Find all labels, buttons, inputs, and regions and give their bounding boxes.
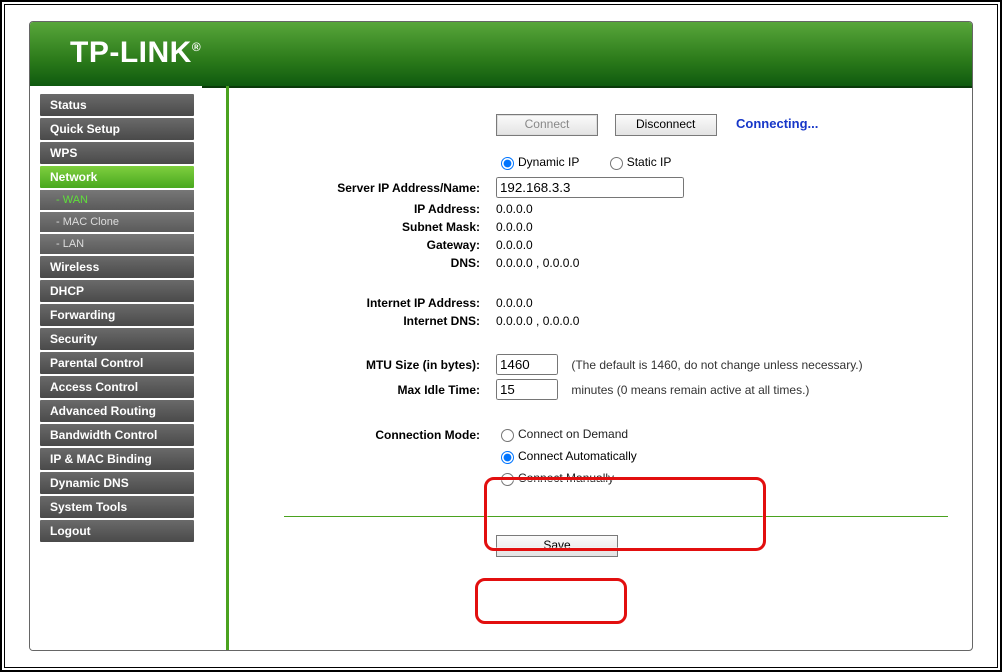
idle-note: minutes (0 means remain active at all ti…: [571, 383, 809, 397]
sidebar-item-wireless[interactable]: Wireless: [40, 256, 194, 278]
radio-connect-on-demand-input[interactable]: [501, 429, 514, 442]
mtu-note: (The default is 1460, do not change unle…: [571, 358, 862, 372]
content-pane: Connect Disconnect Connecting... Dynamic…: [230, 86, 972, 650]
internet-dns-value: 0.0.0.0 , 0.0.0.0: [496, 314, 956, 328]
mtu-input[interactable]: [496, 354, 558, 375]
idle-label: Max Idle Time:: [280, 383, 496, 397]
sidebar-item-forwarding[interactable]: Forwarding: [40, 304, 194, 326]
layout: Status Quick Setup WPS Network - WAN - M…: [30, 86, 972, 650]
sidebar-item-parental-control[interactable]: Parental Control: [40, 352, 194, 374]
sidebar: Status Quick Setup WPS Network - WAN - M…: [30, 86, 202, 650]
save-button[interactable]: Save: [496, 535, 618, 557]
dns-label: DNS:: [280, 256, 496, 270]
sidebar-subitem-lan[interactable]: - LAN: [40, 234, 194, 254]
radio-dynamic-ip[interactable]: Dynamic IP: [496, 154, 579, 170]
idle-input[interactable]: [496, 379, 558, 400]
sidebar-item-advanced-routing[interactable]: Advanced Routing: [40, 400, 194, 422]
sidebar-item-access-control[interactable]: Access Control: [40, 376, 194, 398]
radio-static-ip-label: Static IP: [627, 155, 672, 169]
server-ip-input[interactable]: [496, 177, 684, 198]
vertical-divider: [226, 86, 229, 650]
radio-dynamic-ip-input[interactable]: [501, 157, 514, 170]
registered-mark-icon: ®: [192, 40, 201, 54]
ip-address-label: IP Address:: [280, 202, 496, 216]
connection-mode-label: Connection Mode:: [280, 426, 496, 442]
internet-dns-label: Internet DNS:: [280, 314, 496, 328]
dns-value: 0.0.0.0 , 0.0.0.0: [496, 256, 956, 270]
server-ip-label: Server IP Address/Name:: [280, 181, 496, 195]
green-separator: [284, 516, 948, 517]
disconnect-button[interactable]: Disconnect: [615, 114, 717, 136]
brand-logo: TP-LINK®: [70, 36, 201, 70]
sidebar-item-wps[interactable]: WPS: [40, 142, 194, 164]
sidebar-subitem-wan[interactable]: - WAN: [40, 190, 194, 210]
gateway-value: 0.0.0.0: [496, 238, 956, 252]
sidebar-item-system-tools[interactable]: System Tools: [40, 496, 194, 518]
radio-connect-automatically-input[interactable]: [501, 451, 514, 464]
radio-connect-automatically-label: Connect Automatically: [518, 449, 637, 463]
radio-dynamic-ip-label: Dynamic IP: [518, 155, 579, 169]
mtu-label: MTU Size (in bytes):: [280, 358, 496, 372]
gateway-label: Gateway:: [280, 238, 496, 252]
sidebar-item-status[interactable]: Status: [40, 94, 194, 116]
sidebar-item-logout[interactable]: Logout: [40, 520, 194, 542]
header-bar: TP-LINK®: [30, 22, 972, 88]
subnet-mask-label: Subnet Mask:: [280, 220, 496, 234]
radio-connect-manually-label: Connect Manually: [518, 471, 614, 485]
radio-connect-on-demand-label: Connect on Demand: [518, 427, 628, 441]
radio-static-ip-input[interactable]: [610, 157, 623, 170]
internet-ip-value: 0.0.0.0: [496, 296, 956, 310]
connection-status-text: Connecting...: [736, 116, 818, 131]
internet-ip-label: Internet IP Address:: [280, 296, 496, 310]
radio-connect-manually-input[interactable]: [501, 473, 514, 486]
outer-border: TP-LINK® Status Quick Setup WPS Network …: [4, 4, 998, 668]
ip-address-value: 0.0.0.0: [496, 202, 956, 216]
radio-static-ip[interactable]: Static IP: [605, 154, 672, 170]
sidebar-subitem-mac-clone[interactable]: - MAC Clone: [40, 212, 194, 232]
radio-connect-manually[interactable]: Connect Manually: [496, 470, 614, 486]
sidebar-item-dhcp[interactable]: DHCP: [40, 280, 194, 302]
sidebar-item-ip-mac-binding[interactable]: IP & MAC Binding: [40, 448, 194, 470]
sidebar-item-quick-setup[interactable]: Quick Setup: [40, 118, 194, 140]
connect-button[interactable]: Connect: [496, 114, 598, 136]
sidebar-item-dynamic-dns[interactable]: Dynamic DNS: [40, 472, 194, 494]
sidebar-item-network[interactable]: Network: [40, 166, 194, 188]
subnet-mask-value: 0.0.0.0: [496, 220, 956, 234]
callout-save-button: [475, 578, 627, 624]
screenshot-root: TP-LINK® Status Quick Setup WPS Network …: [0, 0, 1002, 672]
sidebar-item-security[interactable]: Security: [40, 328, 194, 350]
sidebar-item-bandwidth-control[interactable]: Bandwidth Control: [40, 424, 194, 446]
brand-text: TP-LINK: [70, 36, 192, 69]
app-frame: TP-LINK® Status Quick Setup WPS Network …: [29, 21, 973, 651]
radio-connect-on-demand[interactable]: Connect on Demand: [496, 426, 628, 442]
radio-connect-automatically[interactable]: Connect Automatically: [496, 448, 637, 464]
